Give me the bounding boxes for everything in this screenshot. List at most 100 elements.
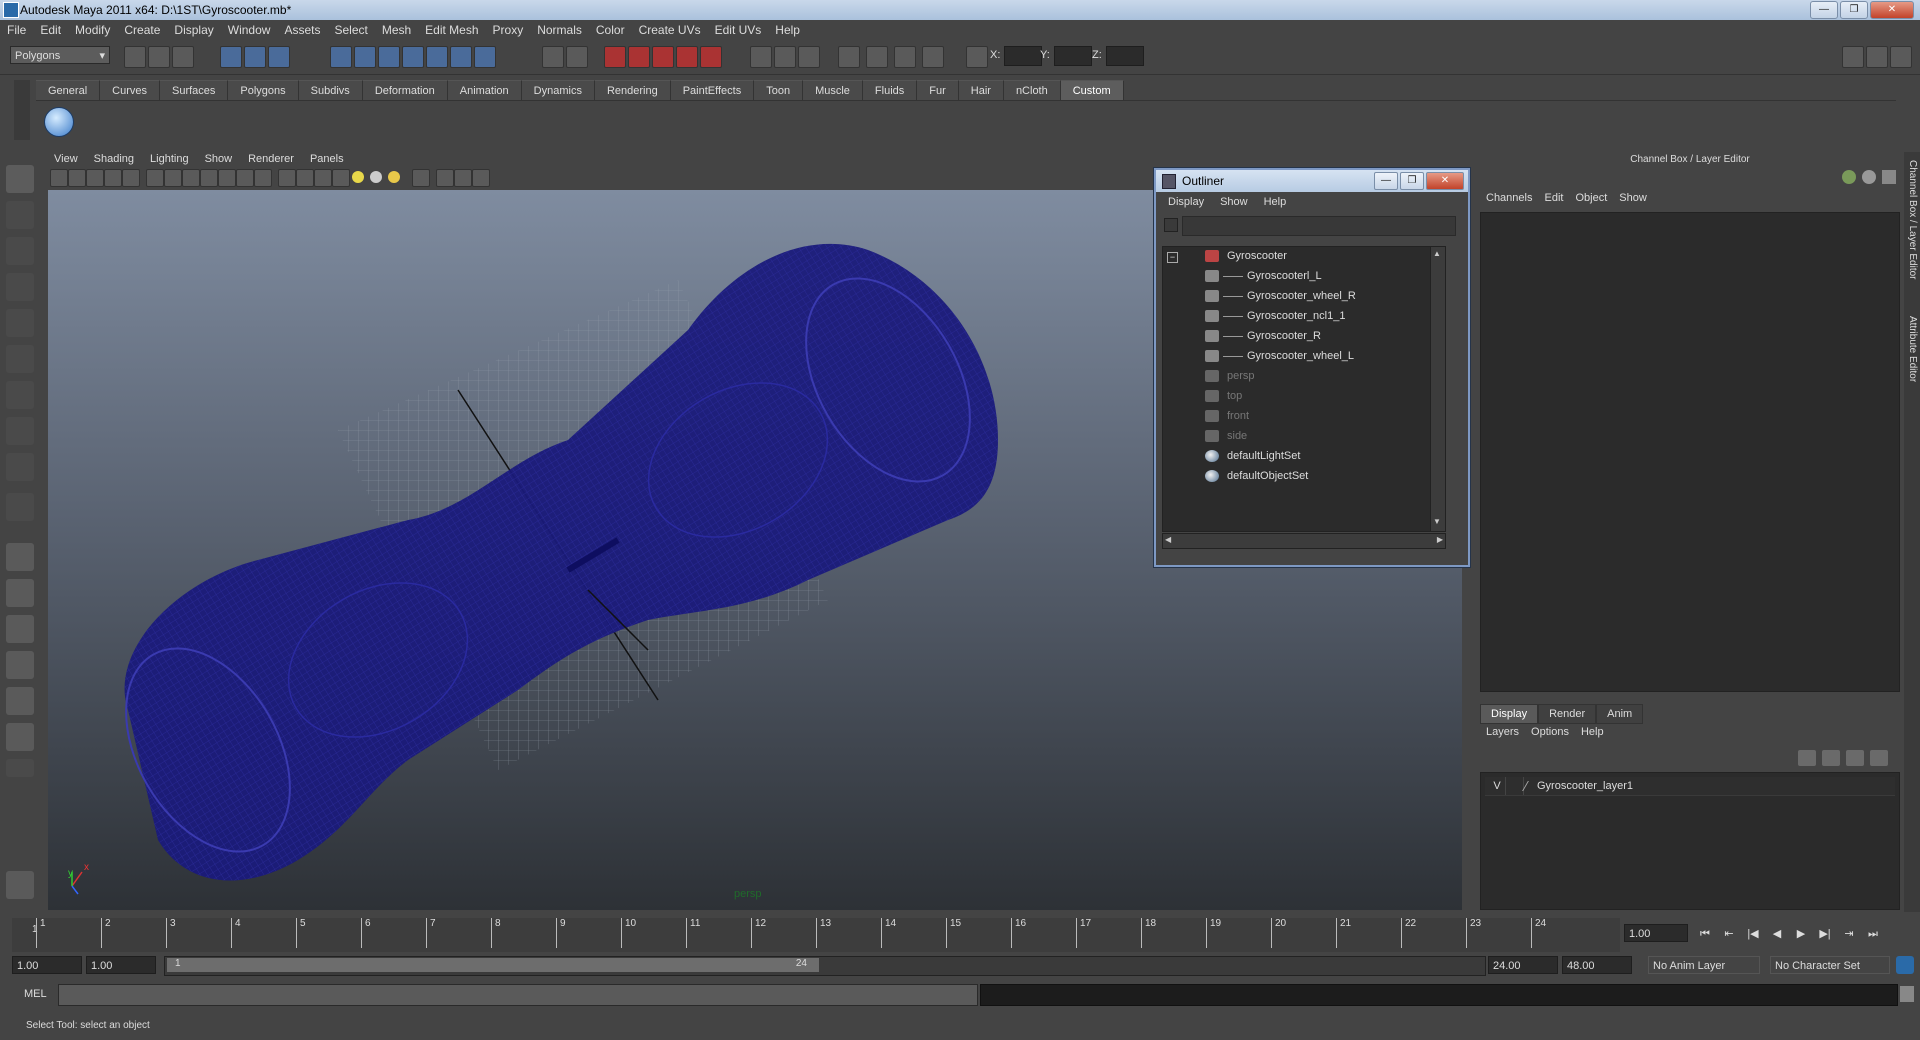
select-component-icon[interactable]: [268, 46, 290, 68]
shadows-icon[interactable]: [388, 171, 400, 183]
layer-menu-layers[interactable]: Layers: [1480, 726, 1525, 738]
channel-box-toggle-icon[interactable]: [1890, 46, 1912, 68]
persp-graph-layout-icon[interactable]: [6, 651, 34, 679]
snap-grid-icon[interactable]: [330, 46, 352, 68]
new-layer-selected-icon[interactable]: [1870, 750, 1888, 766]
menu-mesh[interactable]: Mesh: [375, 23, 418, 37]
open-scene-icon[interactable]: [148, 46, 170, 68]
menu-create-uvs[interactable]: Create UVs: [632, 23, 708, 37]
end-time-field[interactable]: 48.00: [1562, 956, 1632, 974]
input-ops-icon[interactable]: [566, 46, 588, 68]
smooth-shade-icon[interactable]: [296, 169, 314, 187]
clipboard-icon[interactable]: [798, 46, 820, 68]
outliner-item[interactable]: top: [1163, 387, 1433, 405]
z-field[interactable]: [1106, 46, 1144, 66]
outliner-item[interactable]: defaultObjectSet: [1163, 467, 1433, 485]
scroll-down-icon[interactable]: ▼: [1433, 517, 1441, 526]
all-lights-icon[interactable]: [370, 171, 382, 183]
viewport-menu-view[interactable]: View: [46, 153, 86, 165]
layer-row[interactable]: V Gyroscooter_layer1: [1485, 777, 1895, 796]
outliner-vertical-scrollbar[interactable]: ▲ ▼: [1430, 247, 1445, 531]
new-layer-icon[interactable]: [1846, 750, 1864, 766]
outliner-maximize-button[interactable]: ❐: [1400, 172, 1424, 190]
channel-menu-show[interactable]: Show: [1613, 192, 1653, 204]
menu-proxy[interactable]: Proxy: [486, 23, 531, 37]
universal-manipulator-icon[interactable]: [6, 381, 34, 409]
xray-icon[interactable]: [436, 169, 454, 187]
shelf-tab-dynamics[interactable]: Dynamics: [521, 80, 595, 101]
layout-options-icon[interactable]: [6, 759, 34, 777]
make-live-icon[interactable]: [426, 46, 448, 68]
script-editor-icon[interactable]: [1900, 986, 1914, 1002]
outliner-item[interactable]: front: [1163, 407, 1433, 425]
side-tab-attribute-editor[interactable]: Attribute Editor: [1907, 316, 1918, 382]
outliner-item[interactable]: Gyroscooterl_L: [1163, 267, 1433, 285]
layer-menu-options[interactable]: Options: [1525, 726, 1575, 738]
outliner-menu-help[interactable]: Help: [1256, 196, 1295, 208]
layer-type-toggle[interactable]: [1507, 777, 1524, 795]
outliner-item[interactable]: Gyroscooter_R: [1163, 327, 1433, 345]
outliner-title-bar[interactable]: Outliner — ❐ ✕: [1156, 170, 1468, 192]
new-scene-icon[interactable]: [124, 46, 146, 68]
move-tool-icon[interactable]: [6, 273, 34, 301]
time-slider[interactable]: 1 1 2 3 4 5 6 7 8 9 10 11 12 13 14 15 16 17 18 19 20 21 22 23 2…: [12, 918, 1620, 952]
outliner-persp-graph-layout-icon[interactable]: [6, 687, 34, 715]
checkmark-shelf-icon[interactable]: [44, 107, 74, 137]
layer-visibility-toggle[interactable]: V: [1489, 777, 1506, 795]
menu-edit-uvs[interactable]: Edit UVs: [708, 23, 769, 37]
isolate-select-icon[interactable]: [412, 169, 430, 187]
outliner-horizontal-scrollbar[interactable]: ◀ ▶: [1162, 533, 1446, 549]
transform-field-icon[interactable]: [966, 46, 988, 68]
range-slider[interactable]: 1 24: [164, 956, 1486, 976]
scroll-up-icon[interactable]: ▲: [1433, 249, 1441, 258]
lock-icon[interactable]: [542, 46, 564, 68]
shelf-tab-polygons[interactable]: Polygons: [228, 80, 299, 101]
hand-icon[interactable]: [6, 871, 34, 899]
menu-select[interactable]: Select: [327, 23, 374, 37]
current-time-field[interactable]: 1.00: [1624, 924, 1688, 942]
shelf-tab-ncloth[interactable]: nCloth: [1003, 80, 1061, 101]
maximize-button[interactable]: ❐: [1840, 1, 1868, 19]
help-icon[interactable]: [474, 46, 496, 68]
xray-components-icon[interactable]: [472, 169, 490, 187]
move-layer-up-icon[interactable]: [1798, 750, 1816, 766]
layer-tab-display[interactable]: Display: [1480, 704, 1539, 724]
menu-file[interactable]: File: [0, 23, 33, 37]
menu-color[interactable]: Color: [589, 23, 632, 37]
save-scene-icon[interactable]: [172, 46, 194, 68]
field-chart-icon[interactable]: [218, 169, 236, 187]
y-field[interactable]: [1054, 46, 1092, 66]
outliner-item[interactable]: Gyroscooter_wheel_R: [1163, 287, 1433, 305]
layer-tab-render[interactable]: Render: [1538, 704, 1597, 724]
menu-edit[interactable]: Edit: [33, 23, 68, 37]
start-time-field[interactable]: 1.00: [12, 956, 82, 974]
render-view-icon[interactable]: [700, 46, 722, 68]
menu-display[interactable]: Display: [167, 23, 220, 37]
viewport-menu-renderer[interactable]: Renderer: [240, 153, 302, 165]
outliner-item[interactable]: Gyroscooter: [1163, 247, 1433, 265]
auto-key-icon[interactable]: [1896, 956, 1914, 974]
shelf-tab-custom[interactable]: Custom: [1060, 80, 1124, 101]
command-language-label[interactable]: MEL: [24, 988, 47, 1000]
mode-menu-select[interactable]: Polygons: [10, 46, 110, 65]
menu-window[interactable]: Window: [221, 23, 278, 37]
select-tool-icon[interactable]: [6, 165, 34, 193]
character-set-dropdown[interactable]: No Character Set: [1770, 956, 1890, 974]
image-plane-icon[interactable]: [104, 169, 122, 187]
play-backwards-icon[interactable]: ◀: [1768, 926, 1786, 942]
outliner-menu-show[interactable]: Show: [1212, 196, 1256, 208]
rotate-tool-icon[interactable]: [6, 309, 34, 337]
camera-attributes-icon[interactable]: [68, 169, 86, 187]
outliner-filter-icon[interactable]: [1164, 218, 1178, 232]
render-frame-icon[interactable]: [604, 46, 626, 68]
default-lighting-icon[interactable]: [352, 171, 364, 183]
shelf-tab-curves[interactable]: Curves: [100, 80, 160, 101]
command-input[interactable]: [58, 984, 978, 1006]
history-icon[interactable]: [450, 46, 472, 68]
layer-tab-anim[interactable]: Anim: [1596, 704, 1644, 724]
outliner-item[interactable]: Gyroscooter_ncl1_1: [1163, 307, 1433, 325]
textured-icon[interactable]: [332, 169, 350, 187]
select-camera-icon[interactable]: [50, 169, 68, 187]
select-hierarchy-icon[interactable]: [220, 46, 242, 68]
start-range-field[interactable]: 1.00: [86, 956, 156, 974]
